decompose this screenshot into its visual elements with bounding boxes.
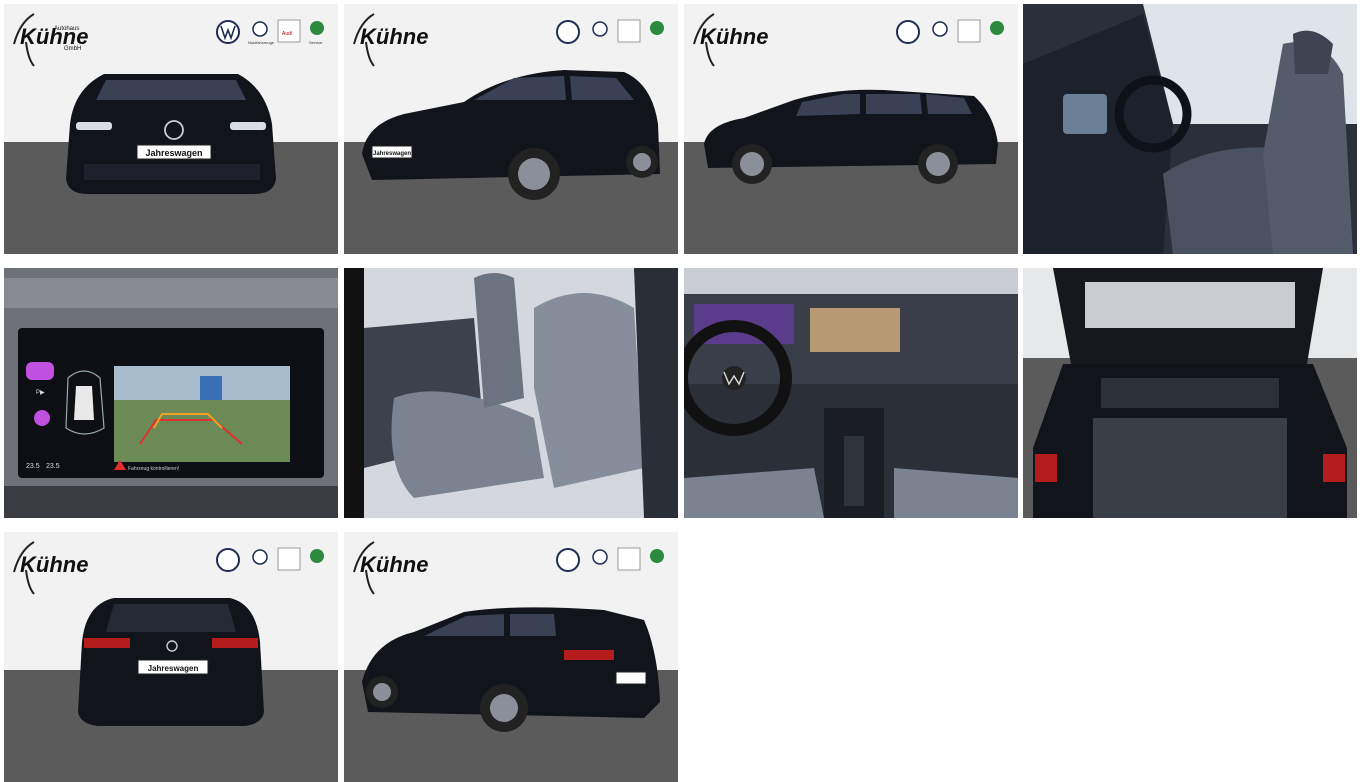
gallery-photo-rear-three-quarter[interactable]: Kühne <box>344 532 678 782</box>
photo-camera-display-image: P▶ 23.5 23.5 Fahrzeug kontrollieren! <box>4 268 338 518</box>
photo-interior-front-image <box>1023 4 1357 254</box>
photo-gallery: Kühne Autohaus GmbH Nutzfahrzeuge Audi S… <box>0 0 1365 782</box>
car-rear: Jahreswagen <box>78 598 264 726</box>
gallery-photo-side[interactable]: Kühne <box>684 4 1018 254</box>
svg-text:GmbH: GmbH <box>64 46 81 52</box>
gallery-photo-rear-seats[interactable] <box>344 268 678 518</box>
svg-text:23.5: 23.5 <box>26 463 40 470</box>
photo-side-image: Kühne <box>684 4 1018 254</box>
gallery-photo-trunk[interactable] <box>1023 268 1357 518</box>
svg-text:Kühne: Kühne <box>20 552 88 577</box>
photo-front-image: Kühne Autohaus GmbH Nutzfahrzeuge Audi S… <box>4 4 338 254</box>
gallery-photo-camera-display[interactable]: P▶ 23.5 23.5 Fahrzeug kontrollieren! <box>4 268 338 518</box>
svg-text:Jahreswagen: Jahreswagen <box>373 151 411 157</box>
svg-text:23.5: 23.5 <box>46 463 60 470</box>
svg-text:Jahreswagen: Jahreswagen <box>145 148 202 158</box>
svg-text:Audi: Audi <box>282 31 292 37</box>
car-front: Jahreswagen <box>66 74 276 194</box>
svg-text:Service: Service <box>309 40 323 45</box>
svg-text:Kühne: Kühne <box>700 24 768 49</box>
gallery-photo-rear[interactable]: Kühne Jahreswagen <box>4 532 338 782</box>
gallery-photo-front-three-quarter[interactable]: Kühne Jahreswagen <box>344 4 678 254</box>
photo-front-three-quarter-image: Kühne Jahreswagen <box>344 4 678 254</box>
photo-trunk-image <box>1023 268 1357 518</box>
gallery-photo-front[interactable]: Kühne Autohaus GmbH Nutzfahrzeuge Audi S… <box>4 4 338 254</box>
svg-text:Fahrzeug kontrollieren!: Fahrzeug kontrollieren! <box>128 466 179 472</box>
gallery-photo-interior-front[interactable] <box>1023 4 1357 254</box>
photo-rear-three-quarter-image: Kühne <box>344 532 678 782</box>
svg-text:Autohaus: Autohaus <box>54 26 79 32</box>
photo-cockpit-image <box>684 268 1018 518</box>
svg-text:Nutzfahrzeuge: Nutzfahrzeuge <box>248 40 275 45</box>
svg-text:Kühne: Kühne <box>360 24 428 49</box>
photo-rear-seats-image <box>344 268 678 518</box>
photo-rear-image: Kühne Jahreswagen <box>4 532 338 782</box>
gallery-photo-cockpit[interactable] <box>684 268 1018 518</box>
svg-text:Jahreswagen: Jahreswagen <box>148 664 199 673</box>
svg-text:P▶: P▶ <box>36 390 45 396</box>
svg-text:Kühne: Kühne <box>360 552 428 577</box>
